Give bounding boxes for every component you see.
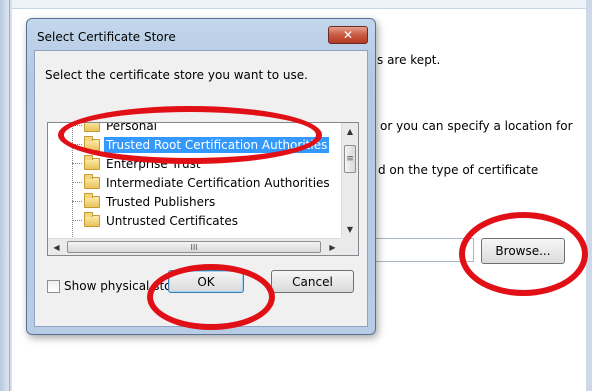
tree-item-trusted-root[interactable]: Trusted Root Certification Authorities (72, 135, 330, 154)
vertical-scroll-thumb[interactable]: ≡ (344, 145, 356, 173)
tree-content: Personal Trusted Root Certification Auth… (48, 123, 341, 238)
tree-item-label: Personal (106, 123, 158, 133)
window-top-frame (12, 0, 592, 9)
horizontal-scrollbar[interactable]: ◀ III ▶ (48, 238, 341, 255)
tree-item-label: Trusted Root Certification Authorities (104, 136, 330, 153)
scroll-up-arrow-icon[interactable]: ▲ (342, 123, 358, 140)
vertical-scrollbar[interactable]: ▲ ≡ ▼ (341, 123, 358, 238)
tree-item-untrusted[interactable]: Untrusted Certificates (72, 211, 240, 230)
close-button[interactable]: ✕ (328, 26, 368, 44)
scroll-left-arrow-icon[interactable]: ◀ (48, 239, 65, 255)
tree-item-label: Enterprise Trust (106, 156, 201, 171)
tree-item-label: Trusted Publishers (106, 194, 216, 209)
tree-item-enterprise-trust[interactable]: Enterprise Trust (72, 154, 203, 173)
folder-icon (84, 123, 100, 132)
wizard-text-line-1: s are kept. (377, 53, 441, 67)
dialog-prompt: Select the certificate store you want to… (45, 68, 308, 82)
window-right-frame (586, 0, 592, 391)
folder-icon (84, 211, 100, 227)
scrollbar-corner (341, 238, 358, 255)
folder-icon (84, 135, 100, 151)
ok-button[interactable]: OK (168, 270, 244, 293)
close-icon: ✕ (342, 28, 354, 42)
certificate-store-field[interactable] (376, 238, 474, 262)
tree-item-label: Intermediate Certification Authorities (106, 175, 330, 190)
cancel-button[interactable]: Cancel (271, 270, 354, 293)
tree-item-personal[interactable]: Personal (72, 123, 159, 135)
browse-button[interactable]: Browse... (481, 238, 565, 264)
window-left-divider (10, 0, 12, 391)
wizard-text-line-3: d on the type of certificate (378, 163, 539, 177)
tree-item-trusted-publishers[interactable]: Trusted Publishers (72, 192, 217, 211)
window-left-frame (0, 0, 10, 391)
scroll-down-arrow-icon[interactable]: ▼ (342, 221, 358, 238)
horizontal-scroll-thumb[interactable]: III (67, 241, 321, 253)
wizard-text-line-2: or you can specify a location for (380, 119, 573, 133)
tree-item-intermediate[interactable]: Intermediate Certification Authorities (72, 173, 332, 192)
show-physical-stores-checkbox[interactable] (47, 279, 60, 293)
dialog-title: Select Certificate Store (37, 30, 176, 44)
folder-icon (84, 192, 100, 208)
scroll-right-arrow-icon[interactable]: ▶ (324, 239, 341, 255)
folder-icon (84, 154, 100, 170)
tree-item-label: Untrusted Certificates (106, 213, 238, 228)
certificate-store-tree[interactable]: Personal Trusted Root Certification Auth… (47, 122, 359, 256)
folder-icon (84, 173, 100, 189)
